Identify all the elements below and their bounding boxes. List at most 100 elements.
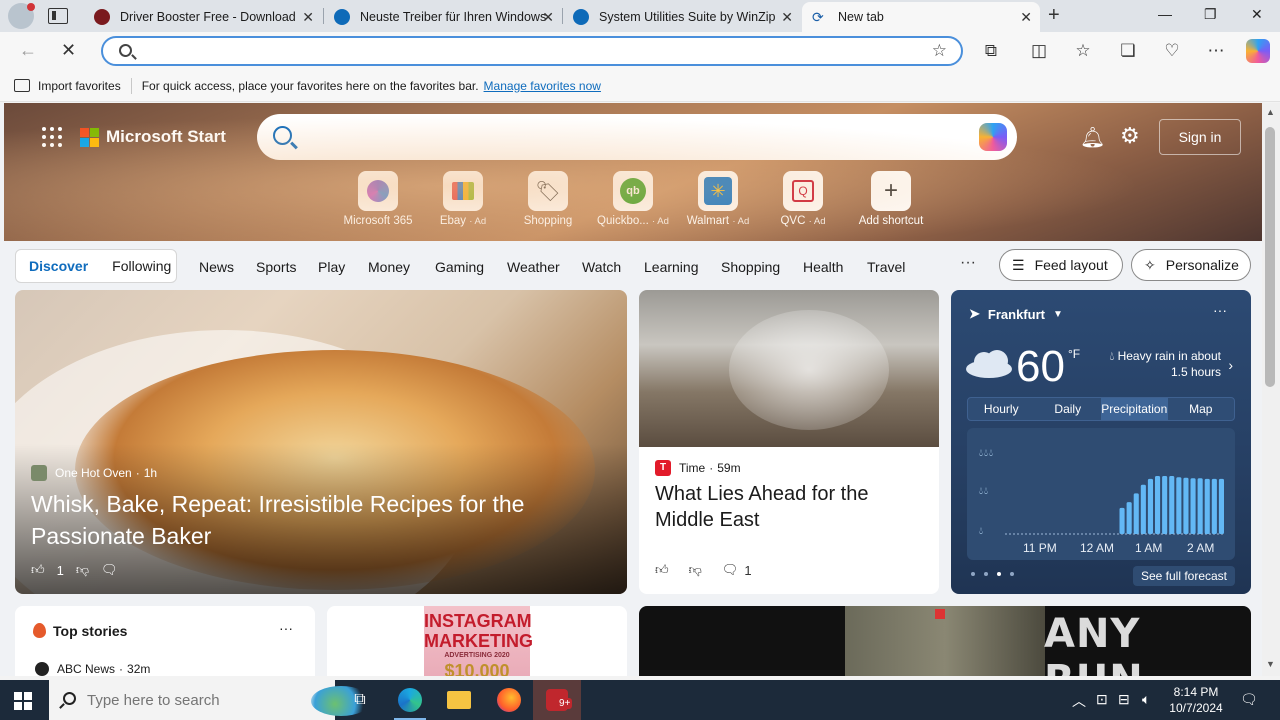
windows-start-icon[interactable] [14,692,32,710]
address-input[interactable] [147,42,907,60]
page-scrollbar[interactable]: ▲ ▼ [1262,103,1280,676]
gear-icon[interactable]: ⚙ [1120,123,1140,149]
more-options-button[interactable]: ··· [279,620,293,636]
collections-icon[interactable]: ❏ [1118,41,1138,61]
profile-avatar[interactable] [8,3,35,29]
back-button[interactable]: ← [19,40,37,61]
top-stories-card[interactable]: Top stories ··· ABC News · 32m [15,606,315,676]
nav-money[interactable]: Money [368,259,410,275]
tab-discover[interactable]: Discover [29,258,88,274]
browser-essentials-icon[interactable]: ♡ [1162,41,1182,61]
system-clock[interactable]: 8:14 PM 10/7/2024 [1166,684,1226,716]
address-bar[interactable]: ☆ [101,36,963,66]
ad-card[interactable]: INSTAGRAM MARKETING ADVERTISING 2020 $10… [327,606,627,676]
nav-play[interactable]: Play [318,259,345,275]
tab-treiber[interactable]: Neuste Treiber für Ihren Windows ✕ [324,2,562,32]
nav-travel[interactable]: Travel [867,259,905,275]
copilot-icon[interactable] [1246,39,1270,63]
tab-winzip[interactable]: System Utilities Suite by WinZip ✕ [563,2,801,32]
nav-weather[interactable]: Weather [507,259,560,275]
tab-driver-booster[interactable]: Driver Booster Free - Download ✕ [84,2,322,32]
task-view-icon[interactable]: ⧉ [336,680,384,720]
restore-button[interactable]: ❐ [1204,6,1217,23]
video-card[interactable]: ANY RUN [639,606,1251,676]
volume-icon[interactable]: 🔈︎ [1142,691,1150,708]
firefox-icon[interactable] [485,680,533,720]
shortcut-microsoft-365[interactable]: Microsoft 365 [338,171,418,227]
stop-loading-button[interactable]: ✕ [61,40,76,61]
comment-icon[interactable]: 🗨︎ [101,562,118,578]
nav-gaming[interactable]: Gaming [435,259,484,275]
nav-watch[interactable]: Watch [582,259,621,275]
see-full-forecast-link[interactable]: See full forecast [1132,566,1235,586]
driver-booster-app-icon[interactable]: 9+ [533,680,581,720]
meet-now-icon[interactable]: ⊡ [1096,691,1108,708]
extensions-icon[interactable]: ⧉ [981,41,1001,61]
new-tab-button[interactable]: + [1048,4,1060,27]
notifications-bell-icon[interactable]: 🔔︎ [1080,125,1105,150]
brand-title[interactable]: Microsoft Start [106,127,226,147]
taskbar-search[interactable] [49,680,371,720]
taskbar-search-input[interactable] [87,691,257,709]
tab-new-tab[interactable]: ⟳ New tab ✕ [802,2,1040,32]
web-search-box[interactable] [257,114,1017,160]
app-launcher-icon[interactable] [42,127,62,147]
scroll-down-icon[interactable]: ▼ [1266,659,1275,669]
web-search-input[interactable] [309,127,949,147]
nav-shopping[interactable]: Shopping [721,259,780,275]
close-tab-icon[interactable]: ✕ [542,9,554,26]
show-hidden-icons-icon[interactable]: ︿ [1072,691,1086,711]
weather-tab-map[interactable]: Map [1168,398,1235,420]
shortcut-quickbooks[interactable]: qb Quickbo... · Ad [593,171,673,227]
sign-in-button[interactable]: Sign in [1159,119,1241,155]
thumbs-up-icon[interactable]: 👍︎ [31,562,45,578]
nav-sports[interactable]: Sports [256,259,296,275]
comment-icon[interactable]: 🗨︎ [722,562,739,578]
split-screen-icon[interactable]: ◫ [1029,41,1049,61]
shortcut-add[interactable]: + Add shortcut [851,171,931,227]
scrollbar-thumb[interactable] [1265,127,1275,387]
manage-favorites-link[interactable]: Manage favorites now [484,79,601,93]
shortcut-walmart[interactable]: ✳ Walmart · Ad [678,171,758,227]
nav-health[interactable]: Health [803,259,843,275]
favorites-icon[interactable]: ☆ [1073,41,1093,61]
shortcut-ebay[interactable]: Ebay · Ad [423,171,503,227]
feed-layout-button[interactable]: ☰ Feed layout [999,249,1123,281]
thumbs-down-icon[interactable]: 👎︎ [689,562,702,578]
close-tab-icon[interactable]: ✕ [302,9,314,26]
weather-location[interactable]: ➤ Frankfurt ▼ [969,306,1063,322]
shortcut-qvc[interactable]: Q QVC · Ad [763,171,843,227]
close-window-button[interactable]: ✕ [1251,6,1263,23]
close-tab-icon[interactable]: ✕ [781,9,793,26]
import-favorites-button[interactable]: Import favorites [38,79,121,93]
tab-following[interactable]: Following [112,258,171,274]
weather-tab-precipitation[interactable]: Precipitation [1101,398,1168,420]
nav-more-button[interactable]: ··· [960,254,976,272]
minimize-button[interactable]: — [1158,6,1172,22]
story-headline[interactable]: Whisk, Bake, Repeat: Irresistible Recipe… [31,488,591,552]
hero-story-card[interactable]: One Hot Oven · 1h Whisk, Bake, Repeat: I… [15,290,627,594]
thumbs-up-icon[interactable]: 👍︎ [655,562,669,578]
copilot-icon[interactable] [979,123,1007,151]
carousel-dots[interactable] [971,572,1023,576]
nav-learning[interactable]: Learning [644,259,699,275]
shortcut-shopping[interactable]: 🏷︎ Shopping [508,171,588,227]
story-headline[interactable]: What Lies Ahead for the Middle East [655,481,925,533]
notifications-icon[interactable]: 🗨︎ [1240,691,1258,708]
weather-tab-daily[interactable]: Daily [1035,398,1102,420]
tab-actions-icon[interactable] [48,8,68,24]
thumbs-down-icon[interactable]: 👎︎ [76,562,89,578]
network-icon[interactable]: ⊟ [1118,691,1130,708]
settings-more-icon[interactable]: ⋯ [1206,41,1226,61]
news-story-card[interactable]: T Time · 59m What Lies Ahead for the Mid… [639,290,939,594]
favorite-star-icon[interactable]: ☆ [932,41,947,61]
weather-tab-hourly[interactable]: Hourly [968,398,1035,420]
personalize-button[interactable]: ✧ Personalize [1131,249,1251,281]
chevron-right-icon[interactable]: › [1228,357,1233,373]
edge-app-icon[interactable] [386,680,434,720]
file-explorer-icon[interactable] [435,680,483,720]
weather-more-button[interactable]: ··· [1213,302,1227,318]
nav-news[interactable]: News [199,259,234,275]
scroll-up-icon[interactable]: ▲ [1266,107,1275,117]
instagram-marketing-ad[interactable]: INSTAGRAM MARKETING ADVERTISING 2020 $10… [424,606,533,676]
